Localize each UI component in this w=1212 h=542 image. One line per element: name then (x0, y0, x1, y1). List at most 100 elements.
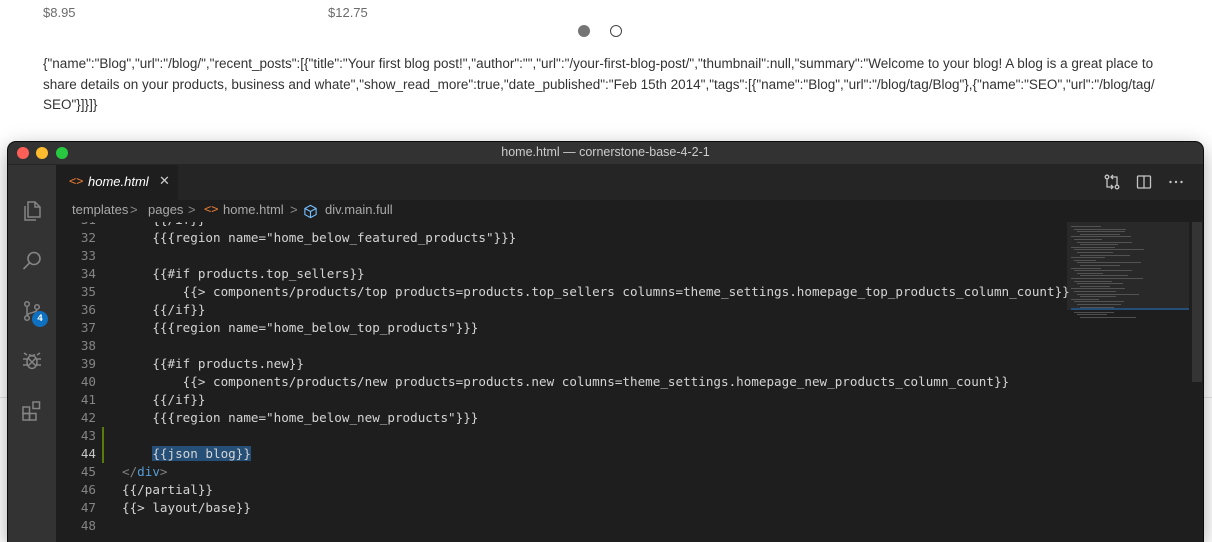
minimap-line (1080, 244, 1118, 246)
line-number: 32 (80, 230, 96, 245)
minimap-line (1074, 239, 1102, 240)
code-line[interactable]: 43 (56, 427, 1066, 445)
breadcrumb-pages[interactable]: pages (148, 202, 183, 217)
line-number: 41 (80, 392, 96, 407)
scrollbar-thumb[interactable] (1192, 222, 1202, 382)
minimap-line (1071, 257, 1105, 259)
code-line[interactable]: 31 {{/if}} (56, 222, 1066, 229)
code-text: {{/partial}} (122, 482, 213, 497)
tag-bracket: </ (122, 464, 138, 479)
minimap-line (1077, 262, 1141, 264)
vscode-window: home.html — cornerstone-base-4-2-1 4 <> … (8, 142, 1203, 542)
minimap-line (1074, 311, 1114, 313)
line-number: 33 (80, 248, 96, 263)
code-line[interactable]: 32 {{{region name="home_below_featured_p… (56, 229, 1066, 247)
minimap-line (1071, 236, 1131, 238)
line-number: 44 (80, 446, 96, 461)
code-line[interactable]: 44 {{json blog}} (56, 445, 1066, 463)
code-editor[interactable]: 31 {{/if}}32 {{{region name="home_below_… (56, 222, 1203, 542)
code-text: </div> (122, 463, 168, 481)
code-line[interactable]: 36 {{/if}} (56, 301, 1066, 319)
line-number: 34 (80, 266, 96, 281)
breadcrumb-templates[interactable]: templates (72, 202, 128, 217)
code-line[interactable]: 42 {{{region name="home_below_new_produc… (56, 409, 1066, 427)
minimap-selection (1071, 308, 1189, 310)
split-editor-icon[interactable] (1135, 173, 1153, 191)
gutter-modified-indicator (102, 445, 104, 463)
minimap-line (1080, 317, 1136, 318)
tab-home-html[interactable]: <> home.html ✕ (56, 165, 178, 200)
code-line[interactable]: 33 (56, 247, 1066, 265)
code-text: {{> components/products/new products=pro… (122, 374, 1010, 389)
search-icon[interactable] (20, 249, 44, 273)
code-line[interactable]: 39 {{#if products.new}} (56, 355, 1066, 373)
minimap-line (1077, 314, 1107, 316)
minimap-line (1074, 280, 1112, 282)
code-line[interactable]: 47 {{> layout/base}} (56, 499, 1066, 517)
html-file-icon: <> (204, 202, 219, 216)
line-number: 36 (80, 302, 96, 317)
minimap-line (1074, 270, 1132, 272)
minimap-line (1077, 272, 1103, 274)
code-text: {{json blog}} (122, 445, 251, 463)
minimap-line (1071, 288, 1125, 290)
extensions-icon[interactable] (20, 399, 44, 423)
minimap-line (1071, 298, 1099, 300)
title-bar: home.html — cornerstone-base-4-2-1 (8, 142, 1203, 165)
editor-scrollbar[interactable] (1189, 222, 1203, 542)
selected-text: {{json blog}} (152, 446, 251, 461)
minimap-line (1071, 267, 1101, 269)
minimap-line (1080, 233, 1120, 235)
line-number: 35 (80, 284, 96, 299)
tag-name: div (137, 464, 160, 479)
minimap-line (1077, 304, 1121, 305)
files-icon[interactable] (20, 199, 44, 223)
minimap-line (1077, 231, 1125, 233)
symbol-element-icon (303, 204, 318, 219)
minimap-line (1077, 241, 1132, 243)
breadcrumb-separator: > (130, 202, 138, 217)
blog-json-output: {"name":"Blog","url":"/blog/","recent_po… (43, 56, 1155, 112)
line-number: 46 (80, 482, 96, 497)
line-number: 31 (56, 222, 96, 229)
code-line[interactable]: 41 {{/if}} (56, 391, 1066, 409)
minimap-line (1074, 301, 1124, 303)
activity-bar: 4 (8, 165, 56, 542)
code-line[interactable]: 34 {{#if products.top_sellers}} (56, 265, 1066, 283)
code-line[interactable]: 40 {{> components/products/new products=… (56, 373, 1066, 391)
code-line[interactable]: 35 {{> components/products/top products=… (56, 283, 1070, 301)
tab-close-icon[interactable]: ✕ (159, 173, 170, 189)
line-number: 47 (80, 500, 96, 515)
code-line[interactable]: 38 (56, 337, 1066, 355)
more-actions-icon[interactable] (1167, 173, 1185, 191)
minimap[interactable] (1067, 222, 1189, 542)
line-number: 38 (80, 338, 96, 353)
tag-bracket: > (159, 464, 168, 479)
breadcrumb: templates > pages > <> home.html > div.m… (56, 200, 1203, 222)
code-text: {{> components/products/top products=pro… (122, 284, 1070, 299)
open-changes-icon[interactable] (1103, 173, 1121, 191)
carousel-dot-2[interactable] (610, 25, 622, 37)
minimap-line (1074, 259, 1096, 261)
code-line[interactable]: 46 {{/partial}} (56, 481, 1066, 499)
line-number: 40 (80, 374, 96, 389)
minimap-line (1077, 293, 1139, 295)
code-text: {{{region name="home_below_featured_prod… (122, 230, 517, 245)
debug-icon[interactable] (20, 349, 44, 373)
code-text: {{/if}} (122, 392, 206, 407)
code-line[interactable]: 48 (56, 517, 1066, 535)
code-text: {{/if}} (122, 302, 206, 317)
minimap-line (1080, 296, 1116, 298)
line-number: 45 (80, 464, 96, 479)
breadcrumb-symbol[interactable]: div.main.full (325, 202, 393, 217)
breadcrumb-file[interactable]: home.html (223, 202, 284, 217)
minimap-line (1080, 275, 1128, 277)
minimap-line (1077, 283, 1123, 285)
code-line[interactable]: 37 {{{region name="home_below_top_produc… (56, 319, 1066, 337)
gutter-modified-indicator (102, 427, 104, 445)
source-control-badge: 4 (32, 311, 48, 327)
line-number: 43 (80, 428, 96, 443)
carousel-dot-1[interactable] (578, 25, 590, 37)
code-line[interactable]: 45 </div> (56, 463, 1066, 481)
